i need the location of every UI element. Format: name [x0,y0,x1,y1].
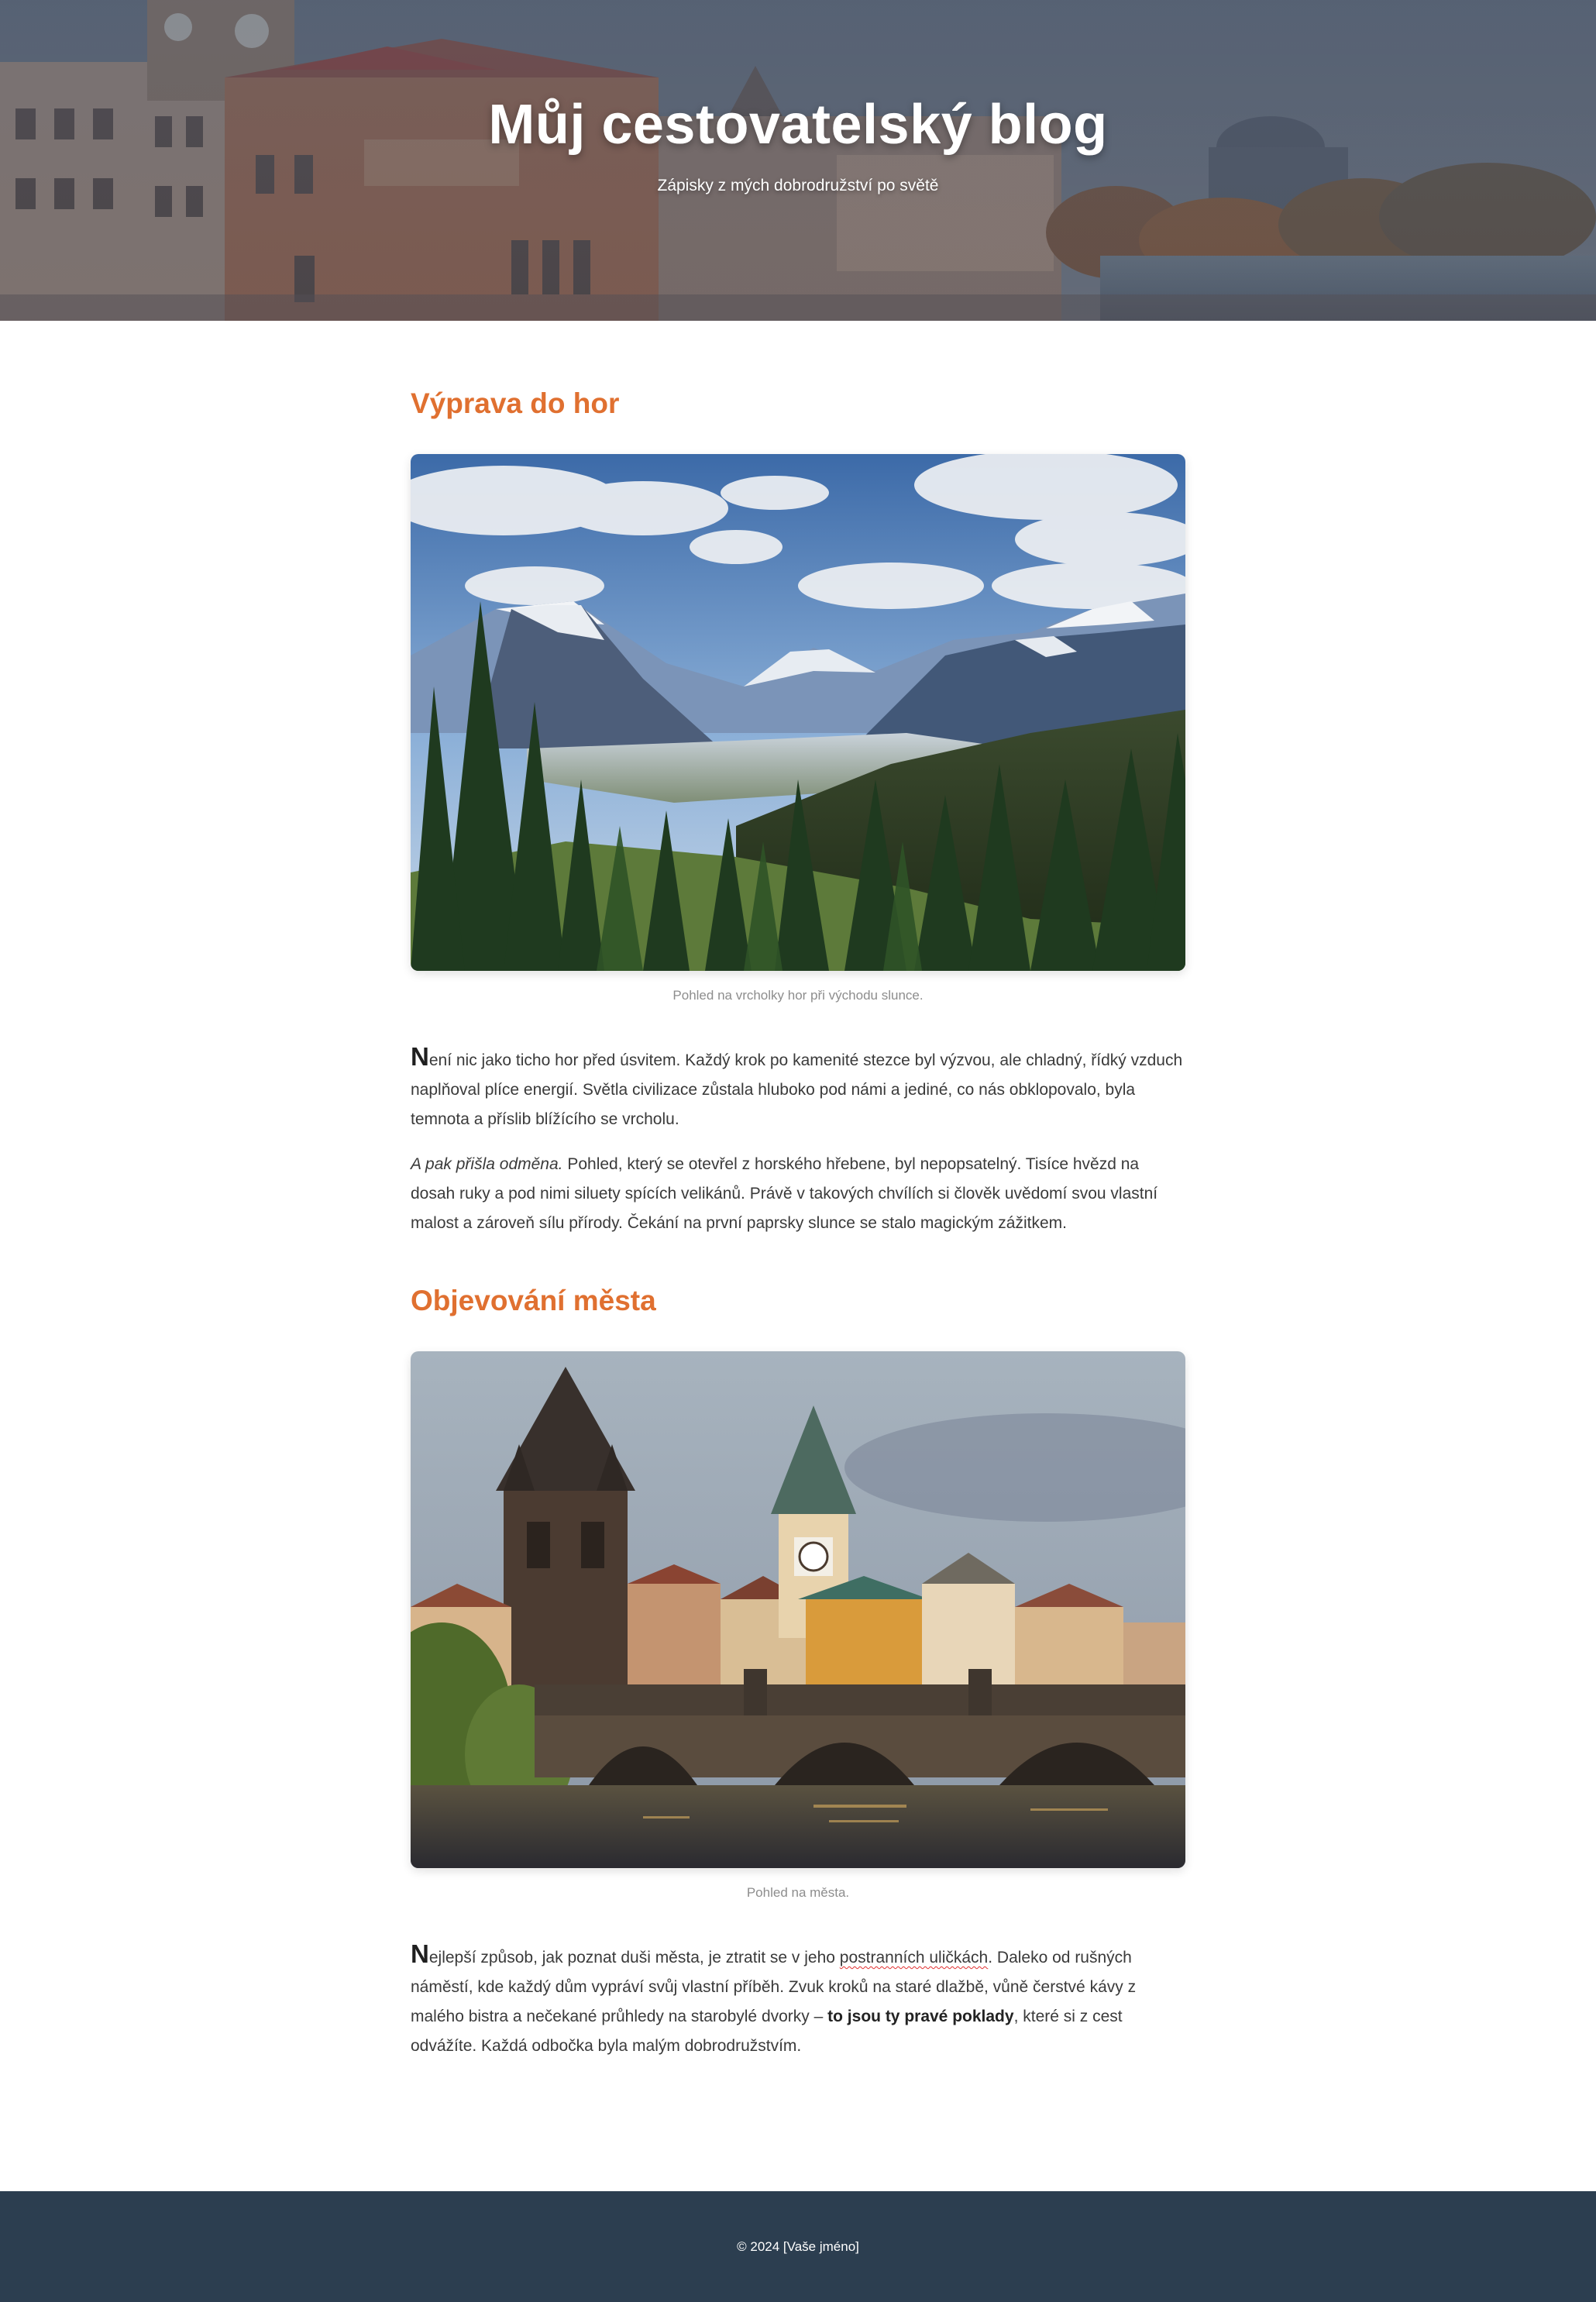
hero-text: Můj cestovatelský blog Zápisky z mých do… [0,93,1596,195]
blog-post-city: Objevování města Pohled na města. Nejlep… [411,1285,1185,2061]
main-content: Výprava do hor Pohled na vrcholky hor př… [411,321,1185,2061]
city-bridge-photo [411,1351,1185,1868]
post-paragraph: Není nic jako ticho hor před úsvitem. Ka… [411,1044,1185,1134]
post-title: Výprava do hor [411,387,620,419]
blog-post-mountains: Výprava do hor Pohled na vrcholky hor př… [411,387,1185,1238]
copyright-text: © 2024 [Vaše jméno] [737,2239,859,2254]
post-paragraph: A pak přišla odměna. Pohled, který se ot… [411,1150,1185,1238]
paragraph-text: ejlepší způsob, jak poznat duši města, j… [428,1949,840,1967]
bold-phrase: to jsou ty pravé poklady [827,2008,1014,2025]
misspelled-word[interactable]: postranních uličkách [840,1949,988,1967]
image-caption: Pohled na města. [746,1885,850,1900]
site-title: Můj cestovatelský blog [488,94,1108,156]
post-title: Objevování města [411,1285,656,1316]
italic-lead: A pak přišla odměna. [411,1155,563,1173]
paragraph-text: ení nic jako ticho hor před úsvitem. Kaž… [411,1051,1183,1128]
image-caption: Pohled na vrcholky hor při východu slunc… [672,988,924,1003]
site-subtitle: Zápisky z mých dobrodružství po světě [657,177,939,194]
drop-cap: N [411,1042,429,1071]
hero-header: Můj cestovatelský blog Zápisky z mých do… [0,0,1596,321]
post-figure: Pohled na vrcholky hor při východu slunc… [411,454,1185,1003]
post-figure: Pohled na města. [411,1351,1185,1901]
post-paragraph: Nejlepší způsob, jak poznat duši města, … [411,1941,1185,2061]
site-footer: © 2024 [Vaše jméno] [0,2191,1596,2302]
mountain-photo [411,454,1185,971]
drop-cap: N [411,1939,429,1968]
